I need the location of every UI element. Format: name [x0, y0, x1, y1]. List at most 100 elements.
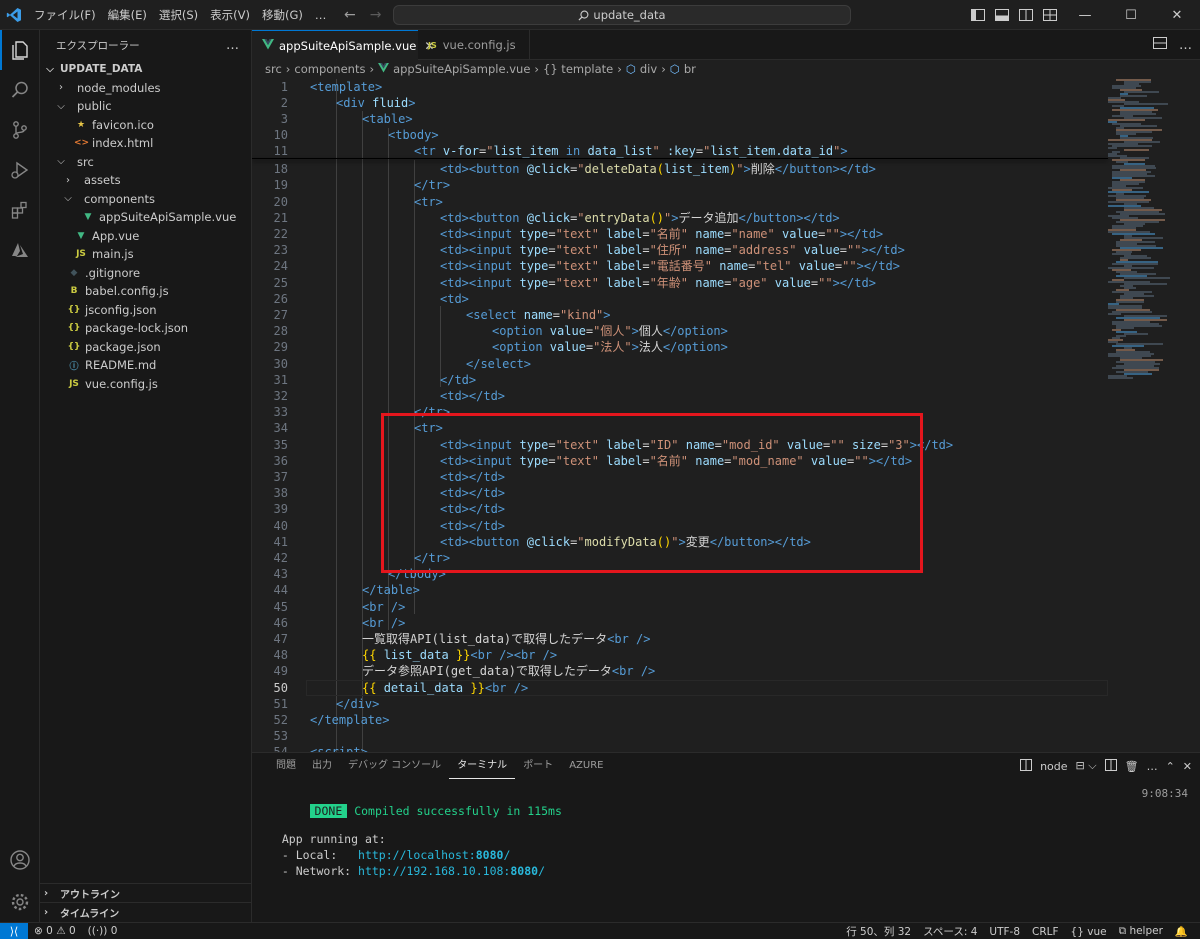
language-mode[interactable]: {} vue: [1065, 926, 1113, 938]
breadcrumb-item[interactable]: div: [640, 62, 657, 76]
helper-extension[interactable]: ⧉ helper: [1113, 925, 1169, 938]
end-of-line[interactable]: CRLF: [1026, 926, 1065, 938]
run-debug-icon[interactable]: [0, 150, 40, 190]
close-window-button[interactable]: ✕: [1154, 0, 1200, 30]
trash-icon[interactable]: 🗑: [1125, 760, 1139, 773]
explorer-item[interactable]: ▼ App.vue: [40, 227, 251, 246]
menu-edit[interactable]: 編集(E): [102, 0, 153, 30]
explorer-item[interactable]: {} package.json: [40, 338, 251, 357]
explorer-item[interactable]: ★ favicon.ico: [40, 116, 251, 135]
ports-count: 0: [110, 925, 118, 937]
breadcrumb-item[interactable]: {} template: [543, 62, 613, 76]
tab-problems[interactable]: 問題: [268, 753, 304, 779]
code-token: データ追加: [678, 210, 739, 225]
accounts-icon[interactable]: [0, 840, 40, 880]
explorer-item[interactable]: ▼ appSuiteApiSample.vue: [40, 208, 251, 227]
tab-appsuiteapisample-vue[interactable]: appSuiteApiSample.vue ✕: [252, 30, 434, 60]
explorer-item[interactable]: ⌵ components: [40, 190, 251, 209]
breadcrumb-item[interactable]: components: [294, 62, 365, 76]
indentation[interactable]: スペース: 4: [917, 924, 983, 939]
code-token: "個人": [593, 324, 632, 339]
breadcrumb-item[interactable]: br: [684, 62, 696, 76]
source-control-icon[interactable]: [0, 110, 40, 150]
explorer-item[interactable]: › node_modules: [40, 79, 251, 98]
explorer-item[interactable]: › assets: [40, 171, 251, 190]
tab-debug-console[interactable]: デバッグ コンソール: [340, 753, 449, 779]
customize-layout-icon[interactable]: [1038, 0, 1062, 30]
error-icon: ⊗: [34, 925, 43, 937]
code-token: type: [519, 226, 549, 241]
tab-ports[interactable]: ポート: [515, 753, 561, 779]
menu-more[interactable]: …: [309, 0, 333, 30]
maximize-button[interactable]: ☐: [1108, 0, 1154, 30]
toggle-panel-icon[interactable]: [990, 0, 1014, 30]
settings-gear-icon[interactable]: [0, 882, 40, 922]
toggle-secondary-sidebar-icon[interactable]: [1014, 0, 1038, 30]
more-actions-icon[interactable]: …: [1179, 38, 1192, 53]
code-token: <tr>: [414, 194, 443, 209]
remote-icon[interactable]: ⟩⟨: [0, 922, 28, 939]
explorer-root-folder[interactable]: ⌵ UPDATE_DATA: [40, 60, 251, 79]
explorer-item[interactable]: {} package-lock.json: [40, 319, 251, 338]
bell-icon[interactable]: 🔔: [1169, 925, 1194, 938]
search-view-icon[interactable]: [0, 70, 40, 110]
tab-vue-config-js[interactable]: JS vue.config.js: [418, 30, 530, 60]
menu-go[interactable]: 移動(G): [256, 0, 309, 30]
line-number: 25: [273, 275, 288, 290]
ports-status[interactable]: ((·)) 0: [82, 925, 124, 937]
split-editor-icon[interactable]: [1153, 37, 1167, 53]
minimap[interactable]: [1108, 78, 1184, 752]
code-line: 50 {{ detail_data }}<br />: [252, 680, 1108, 696]
breadcrumb-item[interactable]: appSuiteApiSample.vue: [393, 62, 530, 76]
code-line: 54 <script>: [252, 744, 1108, 752]
local-url[interactable]: http://localhost:8080/: [358, 848, 510, 862]
maximize-panel-icon[interactable]: ⌃: [1166, 760, 1175, 773]
code-token: <td><input: [440, 226, 520, 241]
command-center-search[interactable]: update_data: [393, 5, 851, 25]
split-terminal-icon[interactable]: [1104, 758, 1117, 774]
new-terminal-dropdown-icon[interactable]: ⊟ ⌵: [1076, 759, 1097, 773]
explorer-item-label: vue.config.js: [85, 376, 158, 391]
tab-output[interactable]: 出力: [304, 753, 340, 779]
explorer-item[interactable]: ⌵ src: [40, 153, 251, 172]
timeline-section[interactable]: › タイムライン: [40, 902, 251, 921]
menu-view[interactable]: 表示(V): [204, 0, 256, 30]
outline-section[interactable]: › アウトライン: [40, 883, 251, 902]
menu-selection[interactable]: 選択(S): [153, 0, 204, 30]
encoding[interactable]: UTF-8: [983, 926, 1026, 938]
tab-terminal[interactable]: ターミナル: [449, 753, 516, 779]
explorer-item[interactable]: Bbabel.config.js: [40, 282, 251, 301]
line-number: 52: [273, 712, 288, 727]
code-token: {{: [362, 648, 377, 663]
tab-azure[interactable]: AZURE: [561, 753, 611, 779]
cursor-position[interactable]: 行 50、列 32: [840, 924, 917, 939]
explorer-item[interactable]: ◆ .gitignore: [40, 264, 251, 283]
explorer-item[interactable]: <> index.html: [40, 134, 251, 153]
terminal-name[interactable]: node: [1040, 760, 1067, 773]
explorer-item[interactable]: ⌵ public: [40, 97, 251, 116]
explorer-icon[interactable]: [0, 30, 40, 70]
more-actions-icon[interactable]: …: [1147, 760, 1158, 773]
azure-icon[interactable]: [0, 230, 40, 270]
toggle-primary-sidebar-icon[interactable]: [966, 0, 990, 30]
problems-status[interactable]: ⊗ 0 ⚠ 0: [28, 925, 82, 937]
menu-file[interactable]: ファイル(F): [28, 0, 102, 30]
code-token: </button></td>: [774, 162, 876, 177]
explorer-item[interactable]: JS main.js: [40, 245, 251, 264]
breadcrumb-item[interactable]: src: [265, 62, 282, 76]
explorer-more-icon[interactable]: …: [226, 38, 239, 53]
editor-scrollbar[interactable]: [1186, 78, 1198, 752]
forward-arrow-icon[interactable]: →: [370, 7, 382, 23]
bottom-panel: 問題 出力 デバッグ コンソール ターミナル ポート AZURE node ⊟ …: [252, 752, 1200, 922]
code-token: entryData: [584, 210, 650, 225]
code-line: 1 <template>: [252, 79, 1108, 95]
explorer-item[interactable]: JS vue.config.js: [40, 375, 251, 394]
explorer-item[interactable]: {} jsconfig.json: [40, 301, 251, 320]
close-panel-icon[interactable]: ✕: [1183, 760, 1192, 773]
network-url[interactable]: http://192.168.10.108:8080/: [358, 864, 545, 878]
explorer-item[interactable]: ⓘ README.md: [40, 356, 251, 375]
extensions-icon[interactable]: [0, 190, 40, 230]
back-arrow-icon[interactable]: ←: [344, 7, 356, 23]
minimize-button[interactable]: —: [1062, 0, 1108, 30]
